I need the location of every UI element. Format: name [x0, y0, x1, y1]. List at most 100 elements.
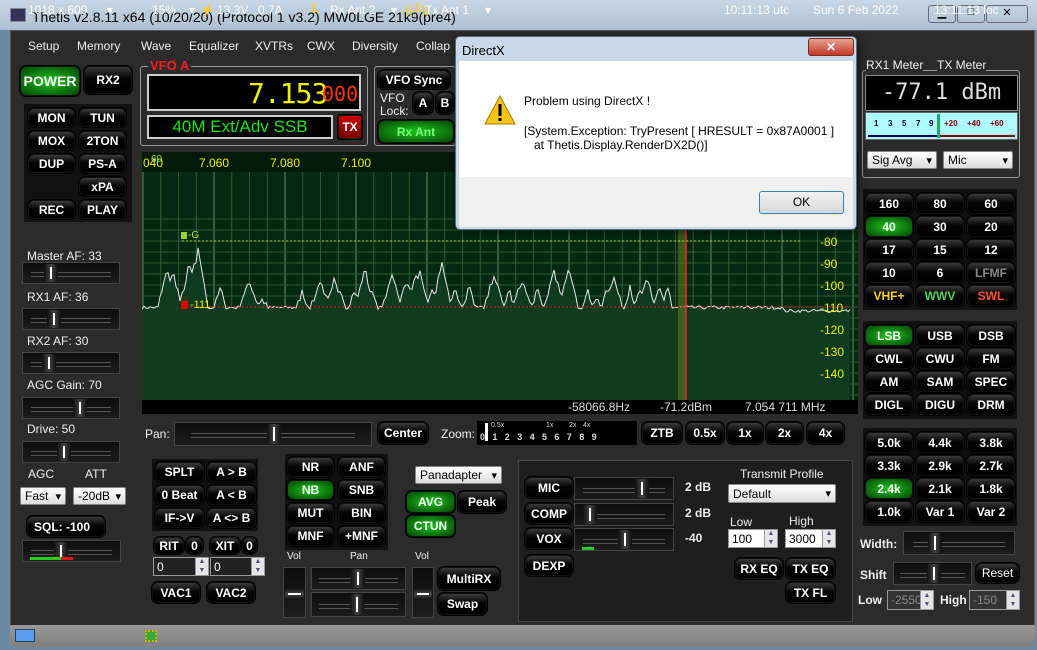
band-button-20[interactable]: 20 [967, 216, 1015, 237]
filter-button-24k[interactable]: 2.4k [865, 478, 913, 499]
band-button-80[interactable]: 80 [916, 193, 964, 214]
resolution-dropdown-arrow[interactable]: ▾ [107, 3, 113, 17]
mut-button[interactable]: MUT [287, 503, 334, 523]
slider-thumb[interactable] [618, 530, 632, 549]
rx2-pan-slider[interactable] [311, 592, 406, 617]
menu-item-wave[interactable]: Wave [141, 39, 171, 53]
zoom-z1-button[interactable]: 1x [727, 422, 763, 444]
xit-value[interactable]: 0 [242, 537, 257, 554]
band-button-lfmf[interactable]: LFMF [967, 262, 1015, 283]
mode-button-cwu[interactable]: CWU [916, 348, 964, 369]
slider-thumb[interactable] [582, 505, 597, 524]
zoom-ztb-button[interactable]: ZTB [642, 422, 682, 444]
band-button-12[interactable]: 12 [967, 239, 1015, 260]
vfo-lock-b-button[interactable]: B [436, 92, 454, 114]
slider-thumb[interactable] [349, 594, 364, 615]
rx1-volume-slider[interactable] [283, 567, 306, 618]
tx-ant-dropdown-arrow[interactable]: ▾ [485, 3, 491, 17]
filter-button-27k[interactable]: 2.7k [967, 455, 1015, 476]
slider-thumb[interactable] [926, 564, 941, 583]
splt-button[interactable]: SPLT [155, 462, 204, 482]
pan-slider[interactable] [174, 422, 372, 446]
menu-item-equalizer[interactable]: Equalizer [189, 39, 239, 53]
ok-button[interactable]: OK [759, 191, 844, 214]
filter-button-50k[interactable]: 5.0k [865, 432, 913, 453]
vac2-button[interactable]: VAC2 [207, 582, 255, 603]
tx-meter-mode-select[interactable]: Mic [943, 151, 1013, 169]
slider-thumb[interactable] [42, 354, 57, 372]
spinner-arrows[interactable]: ▲ ▼ [920, 590, 934, 610]
rx-ant-button[interactable]: Rx Ant [378, 120, 454, 143]
filter-reset-button[interactable]: Reset [976, 563, 1019, 583]
menu-item-memory[interactable]: Memory [77, 39, 120, 53]
nb-button[interactable]: NB [287, 480, 334, 500]
att-select[interactable]: -20dB [73, 487, 126, 505]
mode-button-digl[interactable]: DIGL [865, 394, 913, 415]
swap-ab-button[interactable]: A <> B [207, 508, 256, 528]
band-button-15[interactable]: 15 [916, 239, 964, 260]
psa-button[interactable]: PS-A [79, 154, 126, 173]
mic-button[interactable]: MIC [525, 477, 573, 498]
mon-button[interactable]: MON [28, 108, 75, 127]
anf-button[interactable]: ANF [338, 457, 385, 477]
slider-thumb[interactable] [267, 424, 281, 444]
snb-button[interactable]: SNB [338, 480, 385, 500]
menu-item-collap[interactable]: Collap [416, 39, 450, 53]
filter-button-33k[interactable]: 3.3k [865, 455, 913, 476]
tx-antenna-text[interactable]: Tx Ant 1 [425, 3, 469, 17]
dexp-button[interactable]: DEXP [525, 555, 573, 576]
mic-slider[interactable] [574, 477, 674, 500]
cpu-dropdown-arrow[interactable]: ▾ [189, 3, 195, 17]
avg-button[interactable]: AVG [406, 491, 455, 513]
filter-button-29k[interactable]: 2.9k [916, 455, 964, 476]
slider-thumb[interactable] [285, 588, 304, 601]
mox-button[interactable]: MOX [28, 131, 75, 150]
mode-button-sam[interactable]: SAM [916, 371, 964, 392]
menu-item-diversity[interactable]: Diversity [352, 39, 398, 53]
slider-thumb[interactable] [635, 479, 650, 498]
pmnf-button[interactable]: +MNF [338, 526, 385, 546]
rx1-pan-slider[interactable] [311, 567, 406, 590]
center-button[interactable]: Center [378, 422, 428, 444]
play-button[interactable]: PLAY [79, 200, 126, 219]
band-button-swl[interactable]: SWL [967, 285, 1015, 306]
rx-ant-dropdown-arrow[interactable]: ▾ [391, 3, 397, 17]
filter-button-var1[interactable]: Var 1 [916, 501, 964, 522]
rx-meter-mode-select[interactable]: Sig Avg [867, 151, 937, 169]
mode-button-usb[interactable]: USB [916, 325, 964, 346]
band-button-60[interactable]: 60 [967, 193, 1015, 214]
ctun-button[interactable]: CTUN [406, 515, 455, 537]
mnf-button[interactable]: MNF [287, 526, 334, 546]
rx-antenna-text[interactable]: Rx Ant 2 [330, 3, 375, 17]
slider-thumb[interactable] [57, 443, 72, 461]
slider-thumb[interactable] [927, 533, 942, 553]
band-button-10[interactable]: 10 [865, 262, 913, 283]
filter-button-44k[interactable]: 4.4k [916, 432, 964, 453]
a-b-button[interactable]: A > B [207, 462, 256, 482]
dialog-close-button[interactable]: ✕ [808, 38, 854, 56]
band-button-17[interactable]: 17 [865, 239, 913, 260]
xit-button[interactable]: XIT [210, 537, 240, 554]
squelch-button[interactable]: SQL: -100 [27, 516, 105, 537]
display-mode-select[interactable]: Panadapter [415, 466, 502, 484]
filter-shift-slider[interactable] [893, 562, 972, 585]
menu-item-cwx[interactable]: CWX [307, 39, 335, 53]
slider-thumb[interactable] [44, 264, 59, 282]
nr-button[interactable]: NR [287, 457, 334, 477]
band-button-vhf[interactable]: VHF+ [865, 285, 913, 306]
rit-value[interactable]: 0 [186, 537, 203, 554]
rx2-af-slider[interactable] [22, 352, 120, 374]
twoton-button[interactable]: 2TON [79, 131, 126, 150]
mode-button-lsb[interactable]: LSB [865, 325, 913, 346]
vac1-button[interactable]: VAC1 [152, 582, 200, 603]
xpa-button[interactable]: xPA [79, 177, 126, 196]
menu-item-setup[interactable]: Setup [28, 39, 59, 53]
band-button-6[interactable]: 6 [916, 262, 964, 283]
tx-eq-button[interactable]: TX EQ [786, 558, 835, 579]
zoom-scale[interactable]: 0.5x 1x 2x 4x 0 1 2 3 4 5 6 7 8 9 [477, 421, 637, 445]
master-af-slider[interactable] [22, 262, 120, 284]
mode-button-cwl[interactable]: CWL [865, 348, 913, 369]
rx2-volume-slider[interactable] [412, 567, 434, 618]
mode-button-digu[interactable]: DIGU [916, 394, 964, 415]
tun-button[interactable]: TUN [79, 108, 126, 127]
